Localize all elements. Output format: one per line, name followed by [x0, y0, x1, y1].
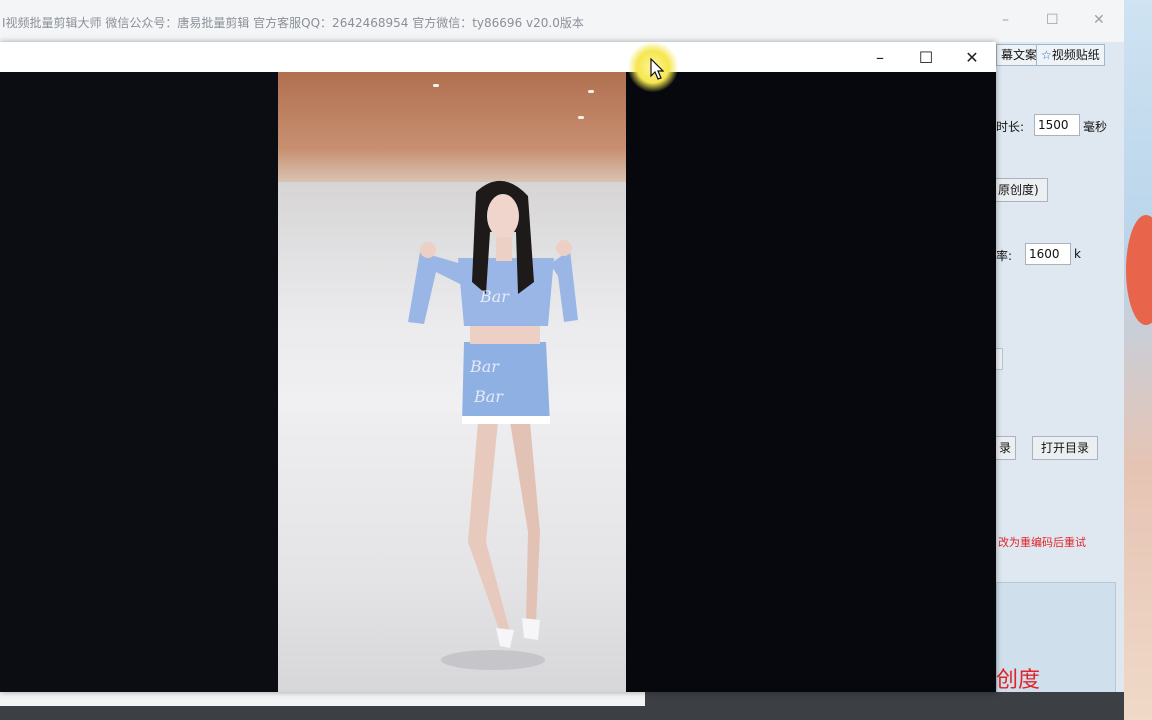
duration-label: 时长: — [996, 120, 1025, 134]
star-icon: ☆ — [1041, 48, 1052, 62]
reencode-warning: 改为重编码后重试 — [998, 536, 1086, 549]
checkbox-partial[interactable] — [996, 348, 1003, 370]
dimmed-background-left — [0, 72, 278, 692]
bottom-status-strip — [0, 692, 645, 706]
tab-video-sticker-label: 视频贴纸 — [1051, 48, 1100, 62]
bg-close-button[interactable]: ✕ — [1093, 12, 1105, 28]
background-app-titlebar: I视频批量剪辑大师 微信公众号：唐易批量剪辑 官方客服QQ：2642468954… — [0, 0, 1124, 42]
desktop-background — [1124, 0, 1152, 720]
tab-video-sticker[interactable]: ☆视频贴纸 — [1036, 44, 1105, 66]
duration-input[interactable]: 1500 — [1034, 114, 1080, 136]
bitrate-input[interactable]: 1600 — [1025, 243, 1071, 265]
svg-text:Bar: Bar — [469, 357, 500, 376]
preview-titlebar: – ☐ ✕ — [0, 42, 996, 72]
preview-close-button[interactable]: ✕ — [950, 46, 994, 70]
bitrate-unit: k — [1074, 247, 1081, 261]
open-directory-button[interactable]: 打开目录 — [1032, 436, 1099, 460]
bg-minimize-button[interactable]: – — [1002, 12, 1009, 28]
svg-text:Bar: Bar — [479, 287, 510, 306]
video-frame[interactable]: Bar Bar Bar — [278, 72, 626, 692]
dancer-figure: Bar Bar Bar — [408, 180, 578, 670]
dimmed-background-right — [626, 72, 996, 692]
preview-minimize-button[interactable]: – — [858, 46, 902, 70]
duration-unit: 毫秒 — [1083, 120, 1108, 134]
originality-button[interactable]: 原创度) — [996, 178, 1048, 202]
bitrate-label: 率: — [996, 249, 1013, 263]
choose-directory-button[interactable]: 录 — [996, 436, 1017, 460]
preview-maximize-button[interactable]: ☐ — [904, 46, 948, 70]
bg-maximize-button[interactable]: ☐ — [1046, 12, 1059, 28]
settings-tabs: 幕文案 ☆视频贴纸 — [996, 44, 1124, 66]
originality-title: 创度 — [996, 668, 1041, 693]
svg-text:Bar: Bar — [473, 387, 504, 406]
mouse-cursor-icon — [650, 58, 664, 80]
background-app-title: I视频批量剪辑大师 微信公众号：唐易批量剪辑 官方客服QQ：2642468954… — [2, 16, 584, 30]
